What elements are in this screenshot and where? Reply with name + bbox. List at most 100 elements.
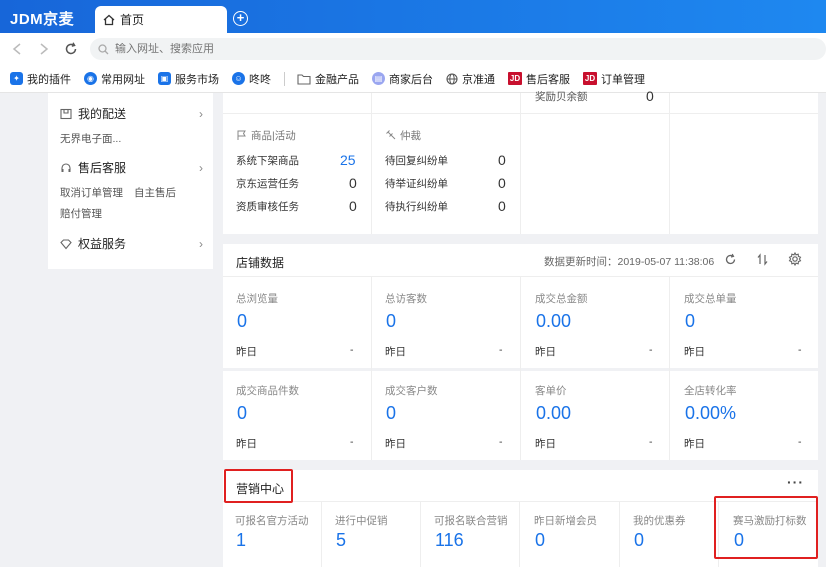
column-divider	[519, 502, 520, 567]
menu-my-delivery[interactable]: 我的配送 ›	[60, 105, 203, 122]
marketing-item-value[interactable]: 1	[236, 530, 246, 551]
metric-value[interactable]: 0	[237, 403, 247, 424]
arbitration-row-label[interactable]: 待执行纠纷单	[385, 199, 448, 214]
column-divider	[520, 93, 521, 234]
goods-row-value[interactable]: 25	[340, 152, 356, 168]
delivery-icon	[60, 108, 72, 119]
metric-yesterday-value: -	[499, 344, 503, 356]
metric-yesterday-value: -	[350, 344, 354, 356]
marketing-item-value[interactable]: 5	[336, 530, 346, 551]
bookmark-dongdong[interactable]: ☺ 咚咚	[232, 71, 271, 87]
sort-icon[interactable]	[756, 253, 769, 266]
marketing-item-value[interactable]: 116	[435, 530, 464, 551]
goods-row-value[interactable]: 0	[349, 198, 357, 214]
plugin-icon: ✦	[10, 72, 23, 85]
home-icon	[103, 14, 115, 25]
flag-icon	[237, 130, 246, 140]
goods-row-value[interactable]: 0	[349, 175, 357, 191]
bookmark-service-market[interactable]: ▣ 服务市场	[158, 71, 219, 87]
refresh-icon[interactable]	[724, 253, 737, 266]
column-divider	[420, 502, 421, 567]
url-bar[interactable]	[90, 38, 826, 60]
globe-icon: ◉	[84, 72, 97, 85]
metric-value[interactable]: 0.00	[536, 311, 571, 332]
market-icon: ▣	[158, 72, 171, 85]
column-divider	[669, 277, 670, 460]
bookmark-finance[interactable]: 金融产品	[297, 71, 359, 87]
metric-yesterday-value: -	[798, 436, 802, 448]
browser-tab-bar: JDM京麦 首页 +	[0, 0, 826, 33]
metric-yesterday-label: 昨日	[385, 438, 406, 450]
globe-icon	[446, 72, 458, 85]
bookmark-merchant-backend[interactable]: ▤ 商家后台	[372, 71, 433, 87]
chevron-right-icon: ›	[199, 160, 203, 175]
goods-activity-title: 商品|活动	[236, 128, 296, 143]
metric-value[interactable]: 0	[386, 403, 396, 424]
marketing-item-value[interactable]: 0	[535, 530, 545, 551]
jd-logo-icon: JD	[508, 72, 522, 85]
bookmark-separator	[284, 71, 285, 86]
tab-home[interactable]: 首页	[95, 6, 227, 33]
arbitration-row-label[interactable]: 待举证纠纷单	[385, 176, 448, 191]
metric-label: 成交商品件数	[236, 385, 299, 397]
bookmarks-bar: ✦ 我的插件 ◉ 常用网址 ▣ 服务市场 ☺ 咚咚 金融产品 ▤ 商家后台 京准通 JD 售…	[0, 65, 826, 93]
store-data-card: 店铺数据 数据更新时间：2019-05-07 11:38:06 总浏览量 0 昨…	[223, 244, 818, 460]
arbitration-row-value[interactable]: 0	[498, 198, 506, 214]
column-divider	[520, 277, 521, 460]
menu-aftersales-service[interactable]: 售后客服 ›	[60, 159, 203, 176]
bookmark-common-urls[interactable]: ◉ 常用网址	[84, 71, 145, 87]
goods-row-label[interactable]: 资质审核任务	[236, 199, 299, 214]
gear-icon[interactable]	[788, 252, 802, 266]
metric-yesterday-value: -	[798, 344, 802, 356]
more-options-icon[interactable]: ···	[787, 474, 804, 490]
left-menu-panel: 我的配送 › 无界电子面... 售后客服 › 取消订单管理 自主售后 赔付管理 …	[48, 93, 213, 269]
chevron-right-icon: ›	[199, 236, 203, 251]
metric-value[interactable]: 0	[237, 311, 247, 332]
menu-rights-service[interactable]: 权益服务 ›	[60, 235, 203, 252]
metric-value[interactable]: 0	[685, 311, 695, 332]
metric-value[interactable]: 0.00	[536, 403, 571, 424]
bookmark-jingzhuntong[interactable]: 京准通	[446, 71, 495, 87]
url-input[interactable]	[115, 43, 615, 55]
metric-yesterday-label: 昨日	[236, 438, 257, 450]
reward-balance-label: 奖励贝余额	[535, 91, 588, 103]
bookmark-aftersales[interactable]: JD 售后客服	[508, 71, 570, 87]
chat-icon: ☺	[232, 72, 245, 85]
forward-icon[interactable]	[35, 40, 53, 58]
marketing-item-label: 我的优惠券	[633, 515, 686, 527]
metric-value[interactable]: 0	[386, 311, 396, 332]
metric-yesterday-label: 昨日	[535, 346, 556, 358]
column-divider	[669, 93, 670, 234]
highlight-horse-race-item	[714, 496, 818, 559]
marketing-item-label: 昨日新增会员	[534, 515, 597, 527]
marketing-item-label: 进行中促销	[335, 515, 388, 527]
metric-value[interactable]: 0.00%	[685, 403, 736, 424]
metric-label: 总浏览量	[236, 293, 278, 305]
column-divider	[619, 502, 620, 567]
headset-icon	[61, 162, 71, 172]
bookmark-my-plugins[interactable]: ✦ 我的插件	[10, 71, 71, 87]
arbitration-row-label[interactable]: 待回复纠纷单	[385, 153, 448, 168]
diamond-icon	[60, 238, 72, 249]
metric-yesterday-label: 昨日	[236, 346, 257, 358]
menu-sub-e-waybill[interactable]: 无界电子面...	[60, 131, 121, 146]
goods-row-label[interactable]: 京东运营任务	[236, 176, 299, 191]
refresh-icon[interactable]	[62, 40, 80, 58]
metric-label: 成交总金额	[535, 293, 588, 305]
menu-sub-compensation[interactable]: 赔付管理	[60, 206, 102, 221]
menu-sub-cancel-orders[interactable]: 取消订单管理	[60, 185, 123, 200]
arbitration-row-value[interactable]: 0	[498, 152, 506, 168]
marketing-item-value[interactable]: 0	[634, 530, 644, 551]
bookmark-order-management[interactable]: JD 订单管理	[583, 71, 645, 87]
reward-balance-value: 0	[646, 88, 654, 104]
arbitration-row-value[interactable]: 0	[498, 175, 506, 191]
goods-row-label[interactable]: 系统下架商品	[236, 153, 299, 168]
new-tab-button[interactable]: +	[233, 11, 248, 26]
back-icon[interactable]	[8, 40, 26, 58]
menu-sub-self-aftersales[interactable]: 自主售后	[134, 185, 176, 200]
update-time: 数据更新时间：2019-05-07 11:38:06	[544, 256, 715, 268]
metric-yesterday-label: 昨日	[385, 346, 406, 358]
metric-yesterday-value: -	[649, 344, 653, 356]
column-divider	[321, 502, 322, 567]
metric-label: 总访客数	[385, 293, 427, 305]
